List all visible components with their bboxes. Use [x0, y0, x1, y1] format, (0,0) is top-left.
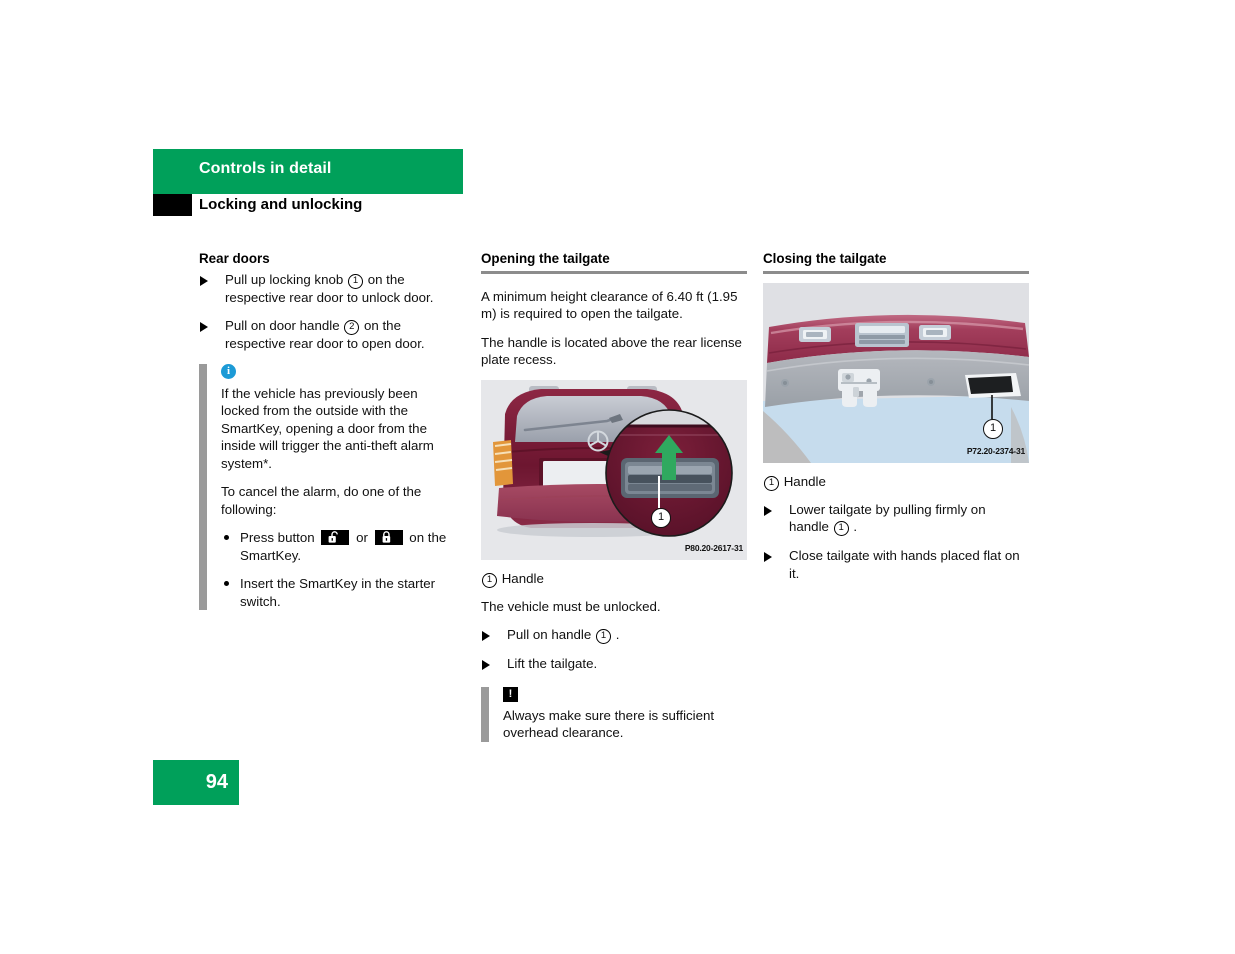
heading-rule — [481, 270, 747, 274]
legend-label: Handle — [783, 473, 826, 489]
circled-number-icon: 1 — [482, 572, 497, 588]
tailgate-interior-figure: 1 P72.20-2374-31 — [763, 282, 1029, 463]
right-column-heading: Closing the tailgate — [763, 251, 887, 266]
middle-column-heading: Opening the tailgate — [481, 251, 610, 266]
figure-callout-1: 1 — [651, 507, 671, 528]
figure-legend: 1 Handle — [763, 473, 1029, 491]
header-banner: Controls in detail — [153, 149, 463, 194]
page-number-box: 94 — [153, 760, 239, 805]
figure-code: P80.20-2617-31 — [684, 543, 743, 553]
tailgate-exterior-illustration — [481, 379, 747, 560]
page-number: 94 — [205, 771, 228, 793]
note-paragraph-2: To cancel the alarm, do one of the follo… — [221, 484, 422, 517]
step-text-before: Lift the tailgate. — [507, 656, 598, 671]
page-header: Controls in detail Locking and unlocking — [153, 149, 463, 222]
list-item: Lift the tailgate. — [481, 655, 747, 673]
section-marker-square — [153, 194, 192, 216]
list-item: Press button or on the SmartKey. — [221, 529, 457, 564]
step-text-after: . — [853, 519, 858, 534]
step-text-before: Pull on door handle — [225, 318, 340, 333]
figure-legend: 1 Handle — [481, 570, 747, 588]
figure-callout-1: 1 — [983, 418, 1003, 439]
step-text-before: Pull up locking knob — [225, 271, 344, 287]
tailgate-exterior-figure: 1 P80.20-2617-31 — [481, 379, 747, 560]
info-icon: i — [221, 363, 236, 379]
middle-column: Opening the tailgate A minimum height cl… — [481, 250, 747, 753]
circled-number-icon: 1 — [595, 629, 611, 644]
right-column: Closing the tailgate 1 P72.20-2374-31 1 … — [763, 250, 1029, 593]
circled-number-icon: 1 — [833, 521, 849, 536]
heading-rule — [763, 270, 1029, 274]
opening-paragraph-1: A minimum height clearance of 6.40 ft (1… — [481, 288, 738, 322]
cancel-alarm-bullet-list: Press button or on the SmartKey. Insert … — [221, 529, 457, 610]
warning-note-box: ! Always make sure there is sufficient o… — [481, 686, 747, 742]
figure-code: P72.20-2374-31 — [966, 446, 1025, 456]
circled-number-icon: 1 — [347, 273, 363, 289]
bullet-text-before: Press button — [240, 530, 315, 545]
left-column-heading: Rear doors — [199, 251, 270, 266]
opening-paragraph-3: The vehicle must be unlocked. — [481, 598, 661, 614]
circled-number-icon: 2 — [344, 320, 360, 335]
step-text-before: Lower tailgate by pulling firmly on hand… — [789, 501, 986, 535]
unlock-padlock-icon — [321, 530, 350, 545]
rear-doors-step-list: Pull up locking knob 1 on the respective… — [199, 271, 457, 353]
warning-exclamation-icon: ! — [503, 686, 518, 702]
list-item: Close tailgate with hands placed flat on… — [763, 547, 1029, 582]
step-text-before: Pull on handle — [507, 627, 592, 642]
bullet-text: Insert the SmartKey in the starter switc… — [240, 576, 436, 609]
list-item: Lower tailgate by pulling firmly on hand… — [763, 501, 1029, 536]
section-title: Locking and unlocking — [199, 196, 363, 213]
opening-paragraph-2: The handle is located above the rear lic… — [481, 334, 742, 368]
closing-step-list: Lower tailgate by pulling firmly on hand… — [763, 501, 1029, 583]
opening-step-list: Pull on handle 1 . Lift the tailgate. — [481, 626, 747, 673]
note-paragraph-1: If the vehicle has previously been locke… — [221, 385, 434, 471]
list-item: Pull up locking knob 1 on the respective… — [199, 271, 457, 307]
left-column: Rear doors Pull up locking knob 1 on the… — [199, 250, 457, 621]
step-text-before: Close tailgate with hands placed flat on… — [789, 548, 1020, 581]
circled-number-icon: 1 — [764, 475, 779, 491]
step-text-after: . — [615, 627, 620, 642]
section-header-row: Locking and unlocking — [153, 194, 463, 222]
bullet-text-middle: or — [356, 530, 368, 545]
info-note-box: i If the vehicle has previously been loc… — [199, 363, 457, 611]
legend-label: Handle — [501, 570, 544, 586]
warning-text: Always make sure there is sufficient ove… — [503, 707, 715, 741]
list-item: Insert the SmartKey in the starter switc… — [221, 575, 457, 610]
list-item: Pull on handle 1 . — [481, 626, 747, 644]
banner-title: Controls in detail — [199, 160, 332, 177]
lock-padlock-icon — [374, 530, 403, 545]
list-item: Pull on door handle 2 on the respective … — [199, 317, 457, 353]
